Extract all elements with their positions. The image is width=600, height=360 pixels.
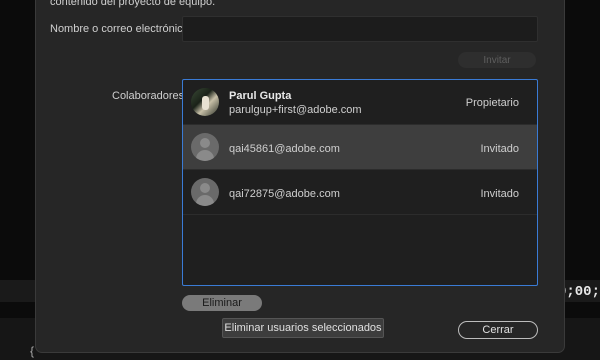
remove-button[interactable]: Eliminar <box>182 295 262 311</box>
invite-button[interactable]: Invitar <box>458 52 536 68</box>
remove-tooltip: Eliminar usuarios seleccionados <box>222 318 384 338</box>
collaborator-email: parulgup+first@adobe.com <box>229 104 362 116</box>
collaborators-list[interactable]: Parul Gupta parulgup+first@adobe.com Pro… <box>182 79 538 286</box>
collaborator-name: Parul Gupta <box>229 90 292 102</box>
user-placeholder-icon <box>191 133 219 161</box>
close-button[interactable]: Cerrar <box>458 321 538 339</box>
collaborator-role: Invitado <box>480 188 519 200</box>
share-dialog: contenido del proyecto de equipo. Nombre… <box>36 0 564 352</box>
collaborator-row[interactable]: qai72875@adobe.com Invitado <box>183 170 537 215</box>
dialog-intro-text: contenido del proyecto de equipo. <box>50 0 216 8</box>
name-field-label: Nombre o correo electrónico: <box>50 23 192 35</box>
name-or-email-input[interactable] <box>182 16 538 42</box>
bracket-icon[interactable]: { <box>30 344 34 358</box>
collaborator-email: qai72875@adobe.com <box>229 188 340 200</box>
collaborator-row[interactable]: qai45861@adobe.com Invitado <box>183 125 537 170</box>
collaborators-label: Colaboradores: <box>112 90 188 102</box>
collaborator-email: qai45861@adobe.com <box>229 143 340 155</box>
collaborator-role: Invitado <box>480 143 519 155</box>
avatar <box>191 88 219 116</box>
user-placeholder-icon <box>191 178 219 206</box>
collaborator-role: Propietario <box>465 97 519 109</box>
collaborator-row[interactable]: Parul Gupta parulgup+first@adobe.com Pro… <box>183 80 537 125</box>
